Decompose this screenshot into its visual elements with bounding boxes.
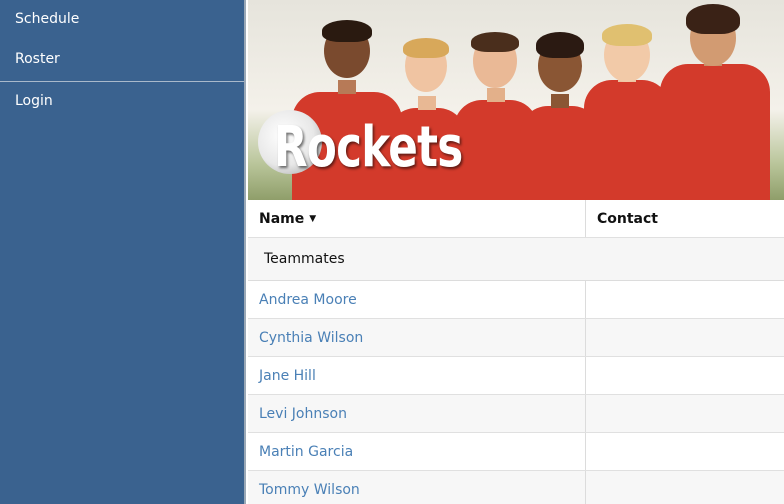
name-cell: Levi Johnson [248,395,586,432]
name-cell: Jane Hill [248,357,586,394]
banner-child [660,4,770,200]
group-row-teammates: Teammates [248,238,784,281]
team-title: Rockets [274,115,463,180]
main-content: Rockets Name ▼ Contact Teammates Andrea … [248,0,784,504]
sort-caret-down-icon: ▼ [309,213,317,224]
sidebar-item-schedule[interactable]: Schedule [0,0,244,40]
column-header-name-label: Name [259,210,305,227]
player-link[interactable]: Tommy Wilson [259,482,360,498]
table-row: Cynthia Wilson [248,319,784,357]
table-row: Jane Hill [248,357,784,395]
player-link[interactable]: Martin Garcia [259,444,353,460]
player-link[interactable]: Andrea Moore [259,292,357,308]
contact-cell [586,471,784,504]
column-header-name[interactable]: Name ▼ [248,200,586,237]
team-banner-image: Rockets [248,0,784,200]
column-header-contact-label: Contact [597,210,658,227]
table-header-row: Name ▼ Contact [248,200,784,238]
name-cell: Martin Garcia [248,433,586,470]
sidebar-item-login[interactable]: Login [0,82,244,122]
table-row: Martin Garcia [248,433,784,471]
contact-cell [586,281,784,318]
banner-child [584,14,670,200]
group-label: Teammates [264,251,345,267]
roster-table: Name ▼ Contact Teammates Andrea Moore Cy… [248,200,784,504]
player-link[interactable]: Levi Johnson [259,406,347,422]
table-row: Levi Johnson [248,395,784,433]
sidebar-item-roster[interactable]: Roster [0,40,244,80]
column-header-contact[interactable]: Contact [586,200,784,237]
contact-cell [586,395,784,432]
table-row: Tommy Wilson [248,471,784,504]
sidebar: Schedule Roster Login [0,0,246,504]
name-cell: Tommy Wilson [248,471,586,504]
contact-cell [586,357,784,394]
table-row: Andrea Moore [248,281,784,319]
contact-cell [586,433,784,470]
player-link[interactable]: Jane Hill [259,368,316,384]
name-cell: Cynthia Wilson [248,319,586,356]
player-link[interactable]: Cynthia Wilson [259,330,363,346]
contact-cell [586,319,784,356]
name-cell: Andrea Moore [248,281,586,318]
